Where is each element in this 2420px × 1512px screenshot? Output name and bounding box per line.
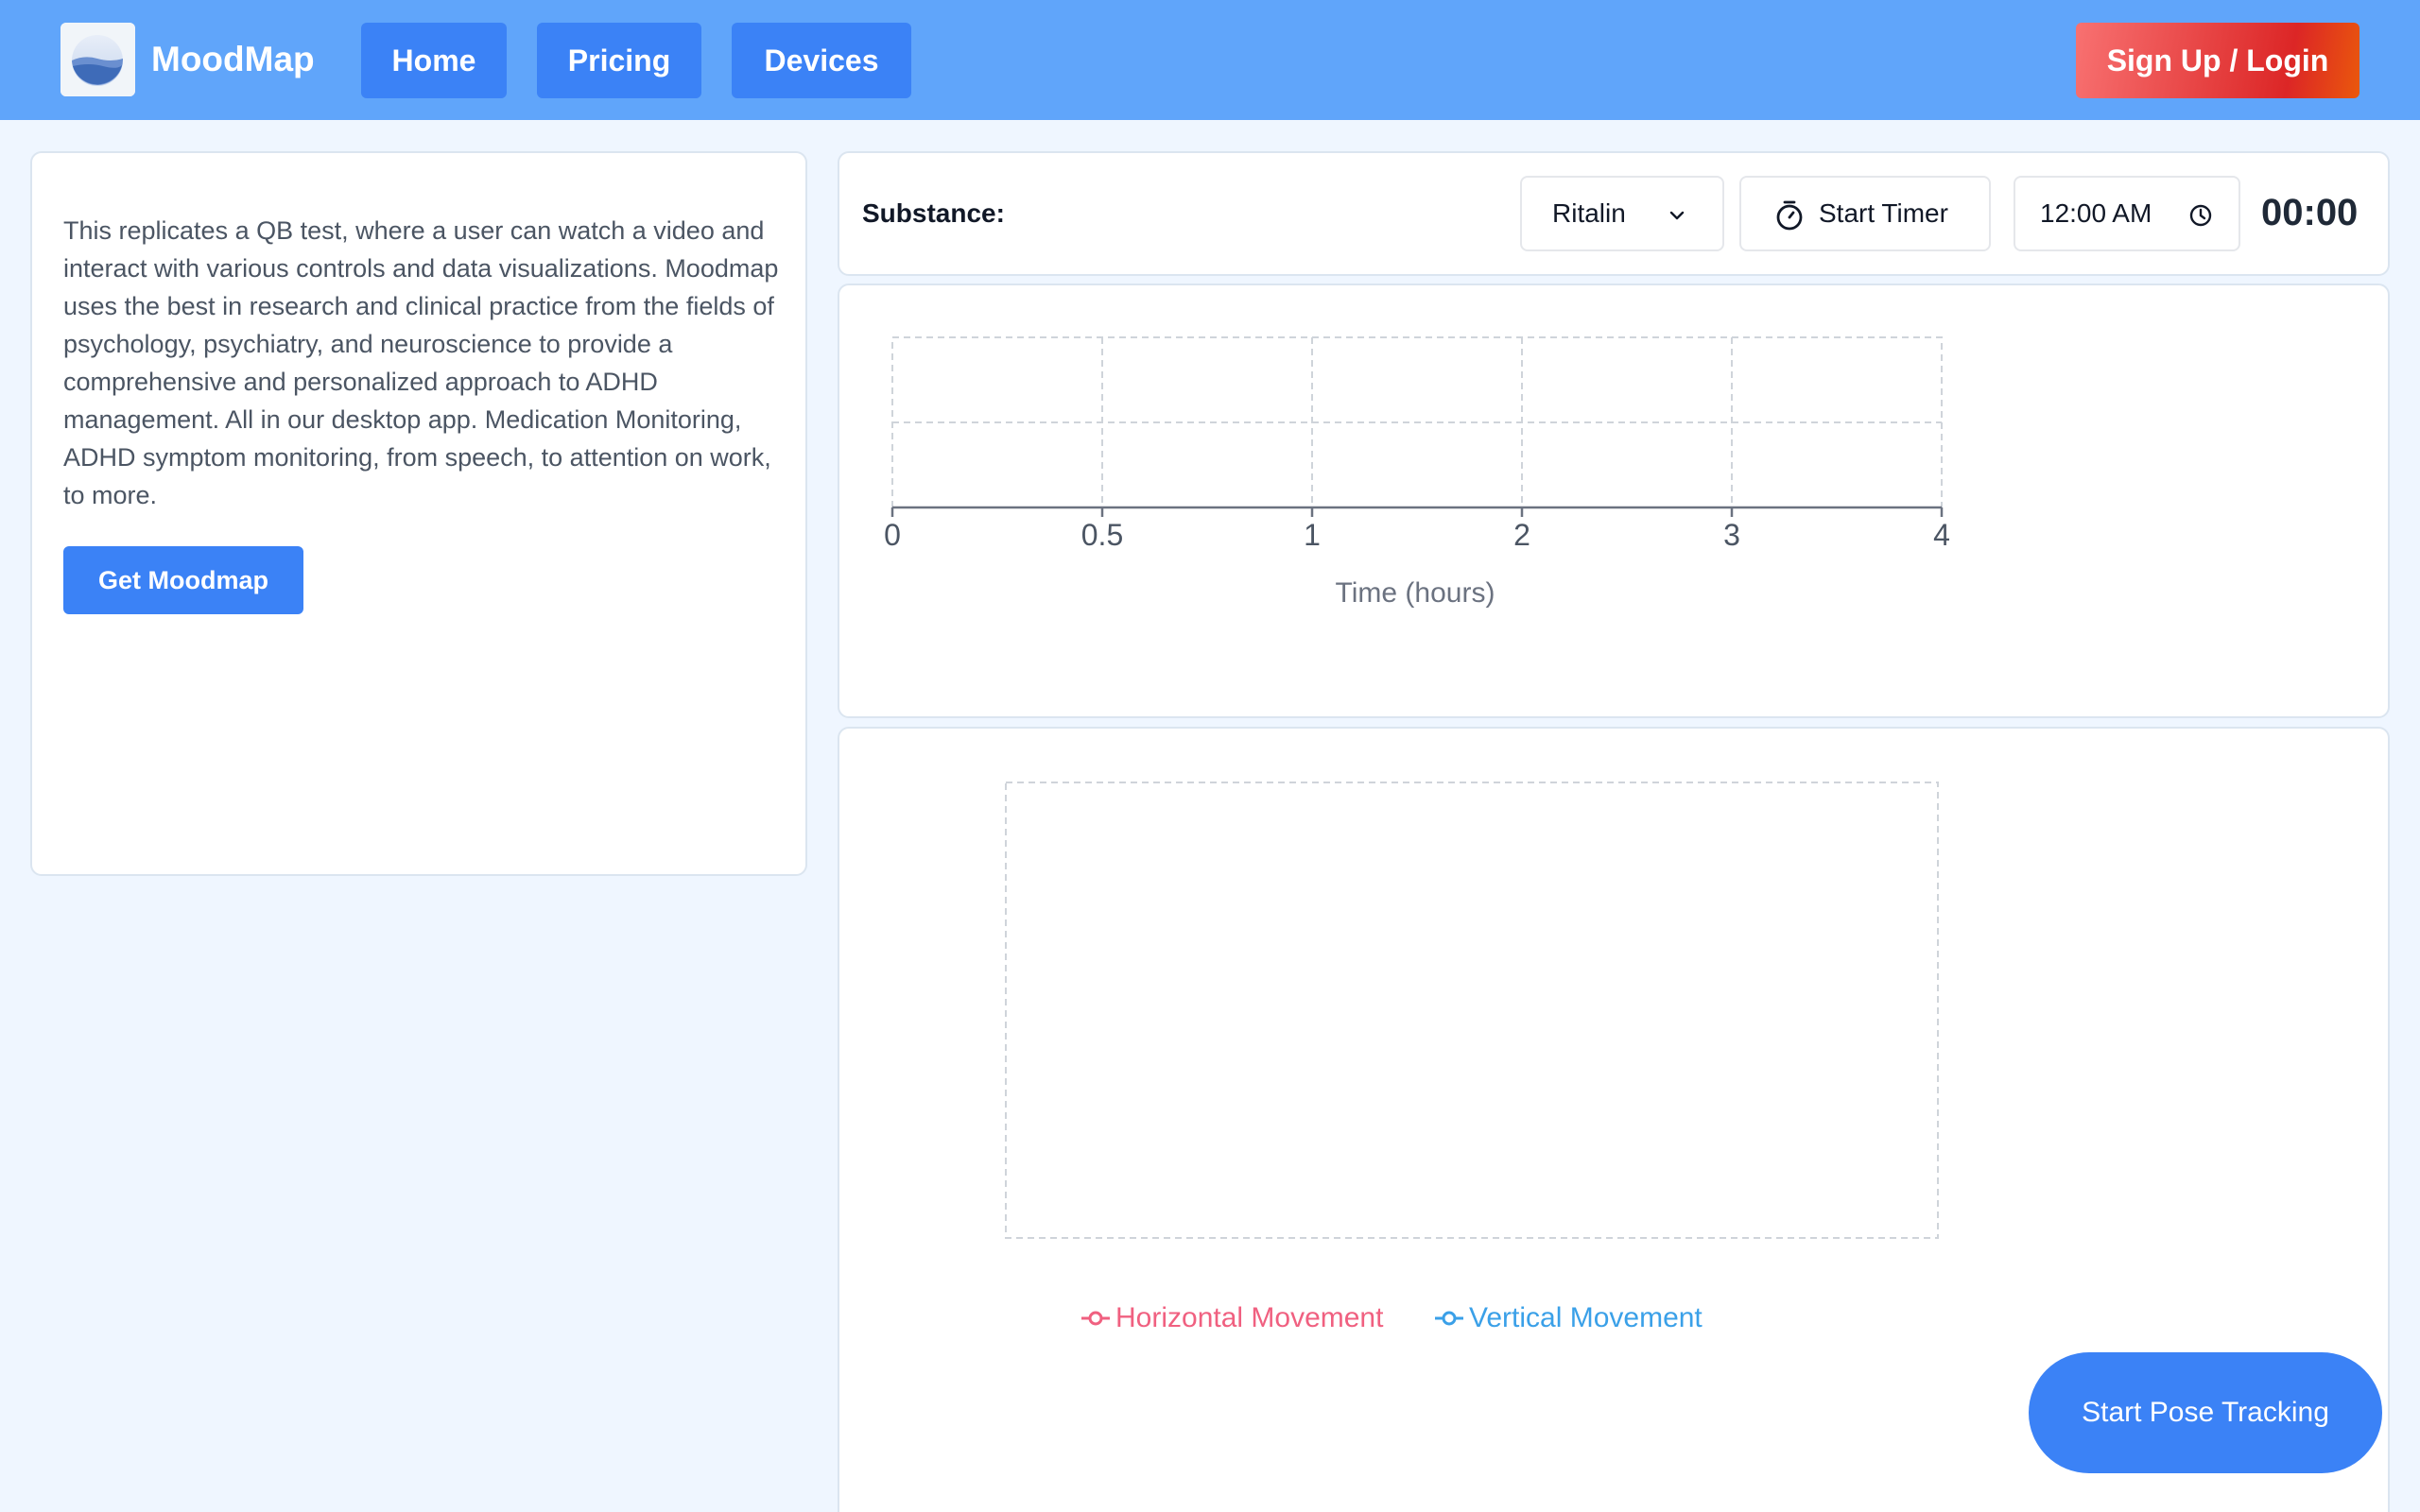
x-tick-label: 1 — [1304, 518, 1321, 552]
info-description: This replicates a QB test, where a user … — [63, 216, 779, 509]
substance-value: Ritalin — [1552, 198, 1626, 228]
substance-select[interactable]: Ritalin — [1520, 176, 1724, 251]
brand-name[interactable]: MoodMap — [151, 36, 315, 83]
legend-label: Horizontal Movement — [1115, 1302, 1384, 1333]
legend-marker-icon — [1081, 1311, 1110, 1326]
start-time-value: 12:00 AM — [2040, 198, 2152, 228]
chevron-down-icon — [1669, 211, 1685, 220]
x-axis-label: Time (hours) — [1336, 577, 1495, 609]
elapsed-time: 00:00 — [2261, 192, 2359, 233]
nav-pricing[interactable]: Pricing — [537, 23, 701, 98]
x-tick-label: 0 — [884, 518, 901, 552]
x-axis: 0 0.5 1 2 3 4 — [884, 506, 1950, 552]
start-timer-label: Start Timer — [1819, 198, 1948, 228]
movement-chart — [1005, 782, 1939, 1239]
x-tick-label: 0.5 — [1081, 518, 1123, 552]
controls-bar: Substance: Ritalin Start Timer 12:00 AM … — [838, 151, 2390, 276]
stopwatch-icon — [1776, 200, 1803, 231]
chart-grid — [891, 336, 1943, 508]
x-tick-label: 2 — [1513, 518, 1530, 552]
signup-login-button[interactable]: Sign Up / Login — [2076, 23, 2360, 98]
nav-home[interactable]: Home — [361, 23, 507, 98]
nav-devices[interactable]: Devices — [732, 23, 911, 98]
start-timer-button[interactable]: Start Timer — [1739, 176, 1991, 251]
logo-icon[interactable] — [60, 23, 135, 96]
clock-icon — [2189, 204, 2212, 227]
substance-chart-card: 0 0.5 1 2 3 4 Time (hours) — [838, 284, 2390, 718]
legend-label: Vertical Movement — [1469, 1302, 1703, 1333]
x-tick-label: 3 — [1723, 518, 1740, 552]
legend-marker-icon — [1435, 1311, 1463, 1326]
plot-area — [1005, 782, 1939, 1239]
substance-time-chart: 0 0.5 1 2 3 4 Time (hours) — [884, 336, 1950, 609]
top-navbar: MoodMap Home Pricing Devices Sign Up / L… — [0, 0, 2420, 120]
get-moodmap-button[interactable]: Get Moodmap — [63, 546, 303, 614]
x-tick-label: 4 — [1933, 518, 1950, 552]
start-pose-tracking-button[interactable]: Start Pose Tracking — [2029, 1352, 2382, 1473]
legend-horizontal[interactable]: Horizontal Movement — [1080, 1299, 1383, 1337]
start-time-input[interactable]: 12:00 AM — [2014, 176, 2240, 251]
substance-label: Substance: — [862, 198, 1005, 228]
legend-vertical[interactable]: Vertical Movement — [1433, 1299, 1703, 1337]
info-card: This replicates a QB test, where a user … — [30, 151, 807, 876]
